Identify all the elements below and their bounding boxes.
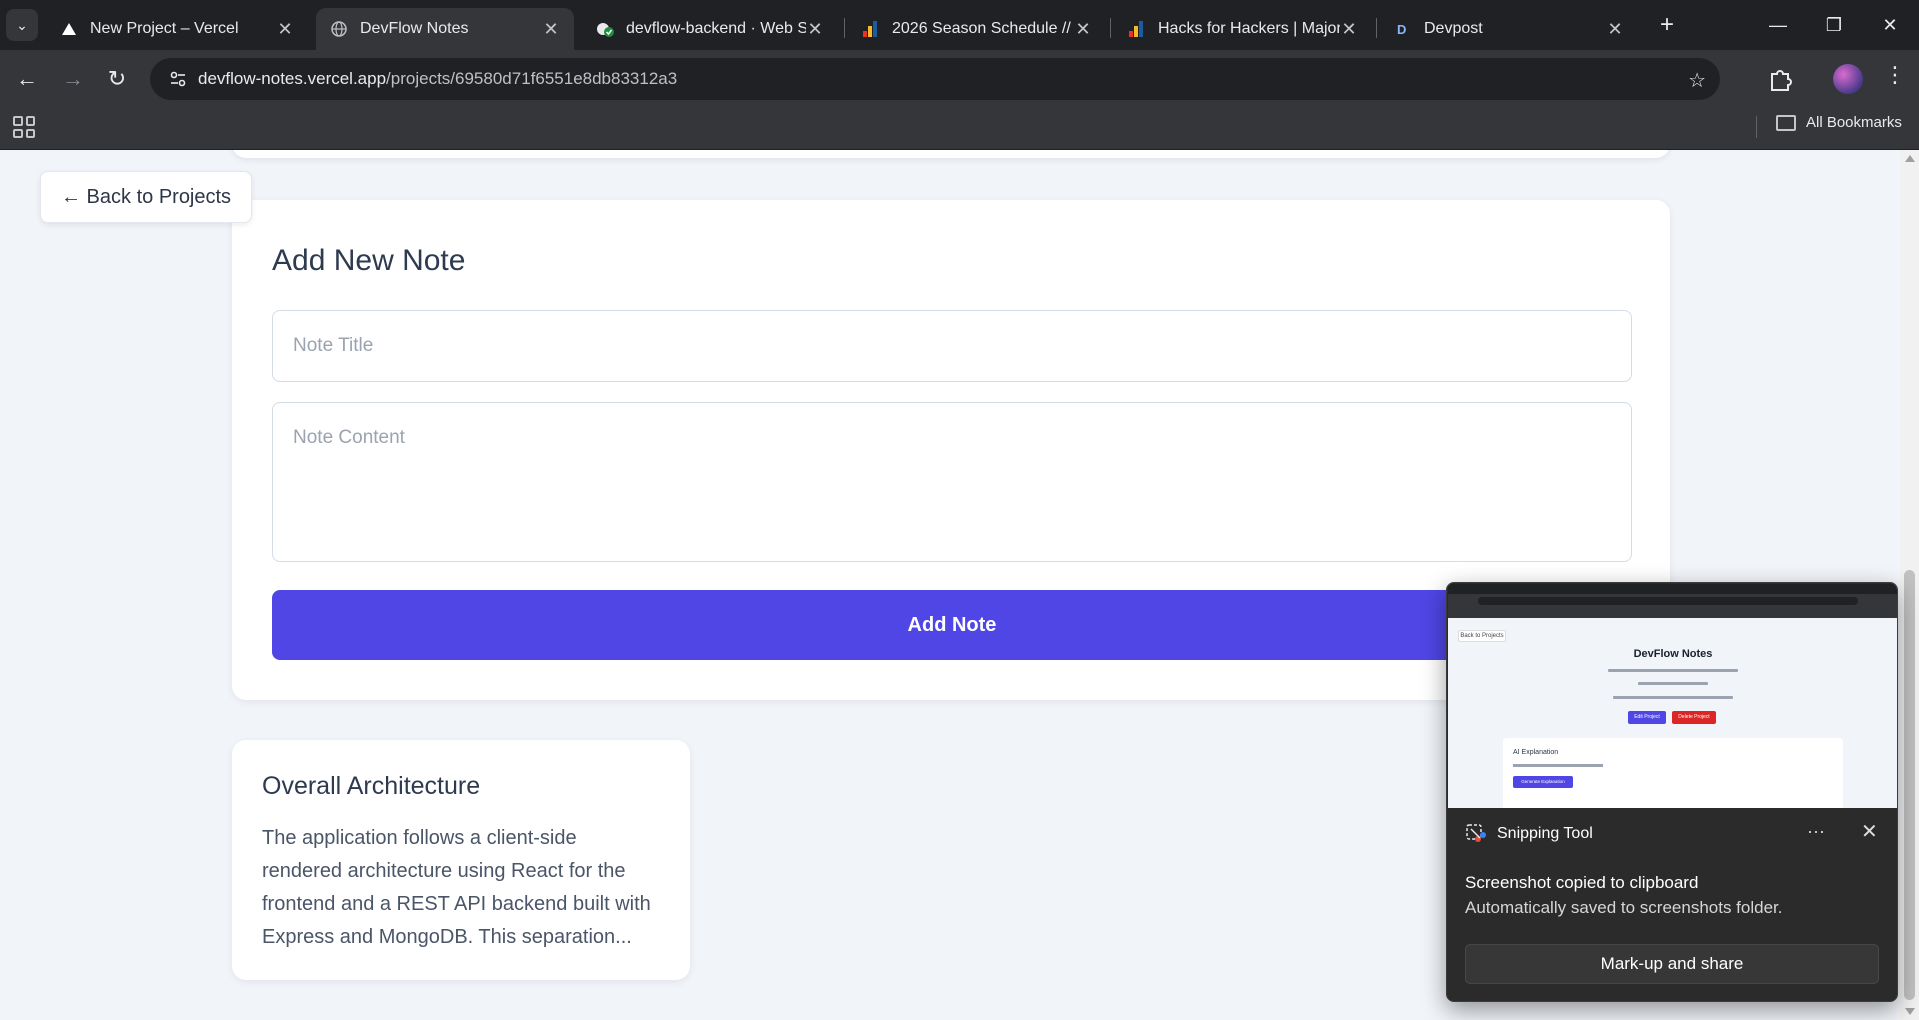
tab-title: 2026 Season Schedule // M — [892, 20, 1074, 37]
url-path: /projects/69580d71f6551e8db83312a3 — [386, 69, 678, 88]
tab-divider — [1110, 18, 1111, 38]
url-host: devflow-notes.vercel.app — [198, 69, 387, 88]
menu-kebab-icon[interactable]: ⋮ — [1880, 62, 1910, 88]
close-icon: ✕ — [1882, 14, 1898, 35]
all-bookmarks-label: All Bookmarks — [1806, 114, 1902, 131]
tab-strip: ⌄ New Project – Vercel ✕ DevFlow Notes ✕… — [0, 0, 1919, 50]
restore-button[interactable]: ❐ — [1804, 0, 1864, 50]
note-content-input[interactable] — [272, 402, 1632, 562]
notification-app-name: Snipping Tool — [1497, 825, 1593, 842]
tab-divider — [1376, 18, 1377, 38]
tab-title: Devpost — [1424, 20, 1483, 37]
tab-hacks-for-hackers[interactable]: Hacks for Hackers | Major L ✕ — [1114, 8, 1372, 50]
notification-heading: Screenshot copied to clipboard — [1465, 873, 1699, 892]
add-note-heading: Add New Note — [272, 244, 466, 277]
site-info-icon[interactable] — [158, 69, 198, 89]
tab-title: DevFlow Notes — [360, 20, 469, 37]
more-options-icon[interactable]: ··· — [1807, 821, 1825, 842]
arrow-right-icon: → — [62, 66, 84, 91]
scroll-down-icon[interactable] — [1905, 1008, 1915, 1015]
note-excerpt: The application follows a client-side re… — [262, 827, 651, 948]
note-card[interactable]: Overall Architecture The application fol… — [232, 740, 690, 980]
preview-card-title: AI Explanation — [1513, 749, 1559, 756]
close-icon[interactable]: ✕ — [276, 19, 294, 40]
tab-devpost[interactable]: D Devpost ✕ — [1380, 8, 1638, 50]
mark-up-and-share-button[interactable]: Mark-up and share — [1465, 944, 1879, 984]
snipping-tool-notification[interactable]: Back to Projects DevFlow Notes Edit Proj… — [1446, 582, 1898, 1002]
tab-devflow-notes[interactable]: DevFlow Notes ✕ — [316, 8, 574, 50]
vercel-triangle-icon — [60, 20, 78, 38]
bookmarks-bar: All Bookmarks — [0, 108, 1919, 150]
close-icon[interactable]: ✕ — [1861, 819, 1878, 844]
preview-card: AI Explanation Generate Explanation — [1503, 738, 1843, 808]
mlh-icon — [862, 20, 880, 38]
globe-icon — [330, 20, 348, 38]
tab-search-button[interactable]: ⌄ — [6, 9, 38, 41]
browser-toolbar: ← → ↻ devflow-notes.vercel.app/projects/… — [0, 50, 1919, 108]
mlh-icon — [1128, 20, 1146, 38]
forward-button[interactable]: → — [56, 62, 90, 96]
page-scrollbar[interactable] — [1900, 150, 1919, 1020]
devpost-icon: D — [1394, 20, 1412, 38]
tab-season-schedule[interactable]: 2026 Season Schedule // M ✕ — [848, 8, 1106, 50]
close-icon[interactable]: ✕ — [542, 19, 560, 40]
tab-title: devflow-backend · Web Se — [626, 20, 806, 37]
profile-avatar[interactable] — [1833, 64, 1863, 94]
notification-app: Snipping Tool — [1465, 823, 1593, 845]
scroll-thumb[interactable] — [1904, 570, 1915, 1000]
note-title: Overall Architecture — [262, 772, 481, 800]
tab-devflow-backend[interactable]: devflow-backend · Web Se ✕ — [582, 8, 838, 50]
tab-title: New Project – Vercel — [90, 20, 239, 37]
arrow-left-icon: ← — [16, 66, 38, 91]
address-bar[interactable]: devflow-notes.vercel.app/projects/69580d… — [150, 58, 1720, 100]
add-note-button[interactable]: Add Note — [272, 590, 1632, 660]
svg-text:D: D — [1397, 22, 1406, 37]
preview-card-button: Generate Explanation — [1513, 776, 1573, 788]
screenshot-preview[interactable]: Back to Projects DevFlow Notes Edit Proj… — [1448, 584, 1897, 808]
scroll-up-icon[interactable] — [1905, 155, 1915, 162]
snipping-tool-icon — [1465, 823, 1487, 845]
tab-vercel[interactable]: New Project – Vercel ✕ — [46, 8, 308, 50]
close-icon[interactable]: ✕ — [1074, 19, 1092, 40]
star-icon[interactable]: ☆ — [1688, 68, 1706, 93]
restore-icon: ❐ — [1825, 14, 1843, 35]
close-icon[interactable]: ✕ — [1340, 19, 1358, 40]
preview-back-button: Back to Projects — [1458, 630, 1506, 642]
back-button[interactable]: ← — [10, 62, 44, 96]
new-tab-button[interactable]: + — [1652, 10, 1682, 40]
all-bookmarks-button[interactable]: All Bookmarks — [1776, 114, 1902, 131]
reload-button[interactable]: ↻ — [100, 62, 134, 96]
render-icon — [596, 20, 614, 38]
tab-title: Hacks for Hackers | Major L — [1158, 20, 1340, 37]
minimize-icon: — — [1769, 14, 1787, 35]
minimize-button[interactable]: — — [1748, 0, 1808, 50]
preview-delete-button: Delete Project — [1672, 711, 1716, 724]
apps-grid-icon[interactable] — [13, 116, 35, 138]
note-title-input[interactable] — [272, 310, 1632, 382]
preview-edit-button: Edit Project — [1628, 711, 1666, 724]
bookmarks-divider — [1756, 116, 1757, 138]
close-icon[interactable]: ✕ — [806, 19, 824, 40]
back-to-projects-button[interactable]: ← Back to Projects — [40, 171, 253, 223]
close-icon[interactable]: ✕ — [1606, 19, 1624, 40]
tab-divider — [844, 18, 845, 38]
preview-title: DevFlow Notes — [1633, 648, 1713, 660]
notification-subtext: Automatically saved to screenshots folde… — [1465, 898, 1783, 917]
close-window-button[interactable]: ✕ — [1860, 0, 1919, 50]
plus-icon: + — [1659, 11, 1674, 38]
folder-icon — [1776, 114, 1796, 131]
chevron-down-icon: ⌄ — [16, 16, 28, 33]
extensions-icon[interactable] — [1766, 65, 1794, 93]
reload-icon: ↻ — [107, 66, 127, 91]
url-text: devflow-notes.vercel.app/projects/69580d… — [198, 69, 677, 89]
project-header-card — [232, 150, 1670, 158]
